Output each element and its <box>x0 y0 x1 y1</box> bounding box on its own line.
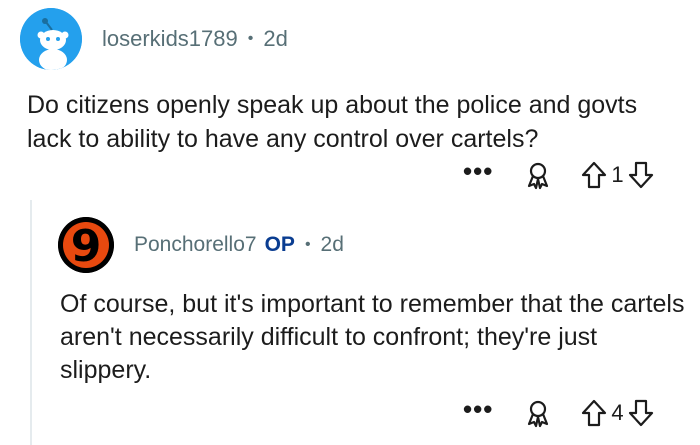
comment-thread: loserkids1789 • 2d Do citizens openly sp… <box>0 0 700 445</box>
comment-text: Do citizens openly speak up about the po… <box>27 91 638 153</box>
reply-actions: ••• 4 <box>463 396 654 428</box>
snoo-avatar-icon[interactable] <box>20 8 82 70</box>
award-icon[interactable] <box>523 398 553 428</box>
reply-meta: Ponchorello7 OP • 2d <box>134 233 344 257</box>
award-icon[interactable] <box>523 160 553 190</box>
reply-author[interactable]: Ponchorello7 <box>134 233 257 257</box>
comment-header: loserkids1789 • 2d <box>20 8 288 70</box>
more-options-button[interactable]: ••• <box>463 396 493 422</box>
upvote-icon[interactable] <box>581 399 607 427</box>
reply-age: 2d <box>320 233 344 256</box>
meta-separator: • <box>247 30 254 47</box>
thread-line[interactable] <box>30 200 32 445</box>
comment-meta: loserkids1789 • 2d <box>102 26 288 52</box>
upvote-icon[interactable] <box>581 161 607 189</box>
vote-count: 4 <box>611 400 624 425</box>
reply-text: Of course, but it's important to remembe… <box>60 290 685 384</box>
comment-age: 2d <box>263 26 288 51</box>
meta-separator: • <box>304 236 311 253</box>
more-options-button[interactable]: ••• <box>463 158 493 184</box>
downvote-icon[interactable] <box>628 161 654 189</box>
op-badge: OP <box>264 233 295 256</box>
reply-header: 9 Ponchorello7 OP • 2d <box>58 217 344 273</box>
nine-avatar-icon[interactable]: 9 <box>58 217 114 273</box>
downvote-icon[interactable] <box>628 399 654 427</box>
comment-actions: ••• 1 <box>463 158 654 190</box>
svg-text:9: 9 <box>71 221 102 272</box>
comment-author[interactable]: loserkids1789 <box>102 26 238 52</box>
vote-count: 1 <box>611 162 624 187</box>
